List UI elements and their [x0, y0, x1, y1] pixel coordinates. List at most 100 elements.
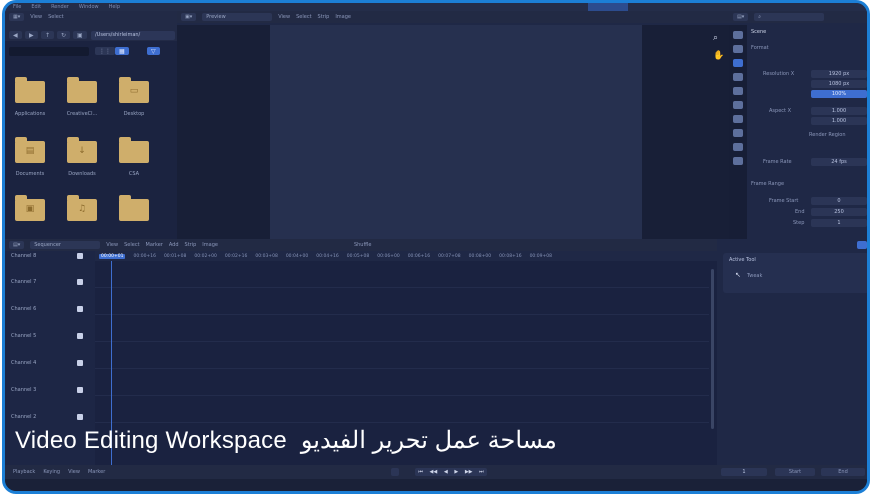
channel-label: Channel 4: [11, 360, 37, 366]
zoom-icon[interactable]: ⌕: [713, 33, 718, 43]
channel-divider: [95, 368, 709, 369]
vertical-scrollbar[interactable]: [711, 269, 714, 429]
folder-photos-icon: ▣: [15, 195, 45, 221]
next-keyframe-icon[interactable]: ▶▶: [465, 469, 473, 475]
fb-menu-view[interactable]: View: [30, 14, 42, 20]
channel-mute-checkbox[interactable]: [77, 279, 83, 285]
current-frame-field[interactable]: 1: [721, 468, 767, 476]
parent-folder-button[interactable]: ↑: [41, 31, 55, 39]
path-field[interactable]: /Users/shirleiman/: [91, 31, 175, 40]
back-button[interactable]: ◀: [9, 31, 22, 39]
channel-divider: [95, 314, 709, 315]
modifier-tab-icon[interactable]: [733, 143, 743, 151]
snapping-select[interactable]: Shuffle: [354, 242, 371, 248]
frame-start-field[interactable]: 0: [811, 197, 867, 205]
play-reverse-icon[interactable]: ◀: [444, 469, 448, 475]
sidebar-toggle-icon[interactable]: [857, 241, 867, 249]
seq-menu-image[interactable]: Image: [202, 242, 218, 248]
world-tab-icon[interactable]: [733, 101, 743, 109]
preview-menu-view[interactable]: View: [278, 14, 290, 20]
frame-rate-select[interactable]: 24 fps: [811, 158, 867, 166]
record-button[interactable]: [391, 468, 399, 476]
keying-menu[interactable]: Keying: [43, 469, 60, 475]
end-frame-field[interactable]: End: [821, 468, 865, 476]
view-type-select[interactable]: Preview: [202, 13, 273, 21]
channel-mute-checkbox[interactable]: [77, 253, 83, 259]
seq-menu-select[interactable]: Select: [124, 242, 139, 248]
seq-menu-marker[interactable]: Marker: [146, 242, 163, 248]
resolution-y-field[interactable]: 1080 px: [811, 80, 867, 88]
channel-mute-checkbox[interactable]: [77, 333, 83, 339]
channel-mute-checkbox[interactable]: [77, 360, 83, 366]
channel-divider: [95, 287, 709, 288]
hand-icon[interactable]: ✋: [713, 51, 724, 61]
folder-tile[interactable]: ▭ Desktop: [109, 77, 159, 129]
channel-mute-checkbox[interactable]: [77, 387, 83, 393]
resolution-x-field[interactable]: 1920 px: [811, 70, 867, 78]
search-input[interactable]: [9, 47, 89, 56]
channel-mute-checkbox[interactable]: [77, 306, 83, 312]
forward-button[interactable]: ▶: [25, 31, 38, 39]
render-region-checkbox[interactable]: Render Region: [809, 132, 846, 138]
format-section-header[interactable]: Format: [751, 45, 769, 51]
menu-help[interactable]: Help: [109, 4, 120, 10]
resolution-percent-field[interactable]: 100%: [811, 90, 867, 98]
view-menu[interactable]: View: [68, 469, 80, 475]
tweak-tool-icon[interactable]: ↖: [735, 271, 741, 279]
fb-menu-select[interactable]: Select: [48, 14, 63, 20]
preview-menu-strip[interactable]: Strip: [318, 14, 330, 20]
frame-step-field[interactable]: 1: [811, 219, 867, 227]
folder-tile[interactable]: CSA: [109, 137, 159, 189]
aspect-x-field[interactable]: 1.000: [811, 107, 867, 115]
time-ruler[interactable]: 00:00+01 00:00+16 00:01+08 00:02+00 00:0…: [95, 251, 717, 261]
folder-tile[interactable]: CreativeCl...: [57, 77, 107, 129]
object-tab-icon[interactable]: [733, 129, 743, 137]
preview-menu-image[interactable]: Image: [335, 14, 351, 20]
properties-search-input[interactable]: ⌕: [754, 13, 825, 21]
jump-end-icon[interactable]: ⏭: [479, 469, 484, 475]
frame-end-field[interactable]: 250: [811, 208, 867, 216]
ruler-tick: 00:04+00: [285, 253, 309, 259]
filter-icon[interactable]: ▽: [147, 47, 160, 55]
playback-menu[interactable]: Playback: [13, 469, 35, 475]
menu-render[interactable]: Render: [51, 4, 69, 10]
render-tab-icon[interactable]: [733, 45, 743, 53]
view-type-select[interactable]: Sequencer: [30, 241, 101, 249]
folder-tile[interactable]: ↓ Downloads: [57, 137, 107, 189]
marker-menu[interactable]: Marker: [88, 469, 105, 475]
thumbnail-view-button[interactable]: ▦: [115, 47, 129, 55]
start-frame-field[interactable]: Start: [775, 468, 815, 476]
aspect-y-field[interactable]: 1.000: [811, 117, 867, 125]
prev-keyframe-icon[interactable]: ◀◀: [429, 469, 437, 475]
current-frame-indicator[interactable]: 00:00+01: [99, 253, 126, 259]
preview-menu-select[interactable]: Select: [296, 14, 311, 20]
menu-edit[interactable]: Edit: [31, 4, 41, 10]
folder-tile[interactable]: Applications: [5, 77, 55, 129]
workspace-tab-video-editing[interactable]: [588, 3, 628, 11]
refresh-button[interactable]: ↻: [57, 31, 71, 39]
jump-start-icon[interactable]: ⏮: [418, 469, 423, 475]
seq-menu-view[interactable]: View: [106, 242, 118, 248]
editor-type-button[interactable]: ▦▾: [9, 13, 25, 21]
seq-menu-strip[interactable]: Strip: [185, 242, 197, 248]
folder-downloads-icon: ↓: [67, 137, 97, 163]
seq-menu-add[interactable]: Add: [169, 242, 179, 248]
menu-window[interactable]: Window: [79, 4, 99, 10]
menu-file[interactable]: File: [13, 4, 21, 10]
preview-canvas[interactable]: [270, 25, 642, 239]
channel-mute-checkbox[interactable]: [77, 414, 83, 420]
output-tab-icon[interactable]: [733, 59, 743, 67]
display-mode-icon[interactable]: ⋮⋮: [95, 47, 115, 55]
frame-range-section-header[interactable]: Frame Range: [751, 181, 784, 187]
properties-editor-button[interactable]: ▤▾: [733, 13, 749, 21]
folder-tile[interactable]: ▤ Documents: [5, 137, 55, 189]
play-icon[interactable]: ▶: [454, 469, 458, 475]
tool-tab-icon[interactable]: [733, 31, 743, 39]
scene-tab-icon[interactable]: [733, 87, 743, 95]
editor-type-button[interactable]: ▣▾: [181, 13, 197, 21]
new-folder-icon[interactable]: ▣: [73, 31, 87, 39]
view-layer-tab-icon[interactable]: [733, 73, 743, 81]
physics-tab-icon[interactable]: [733, 157, 743, 165]
collection-tab-icon[interactable]: [733, 115, 743, 123]
editor-type-button[interactable]: ▤▾: [9, 241, 25, 249]
